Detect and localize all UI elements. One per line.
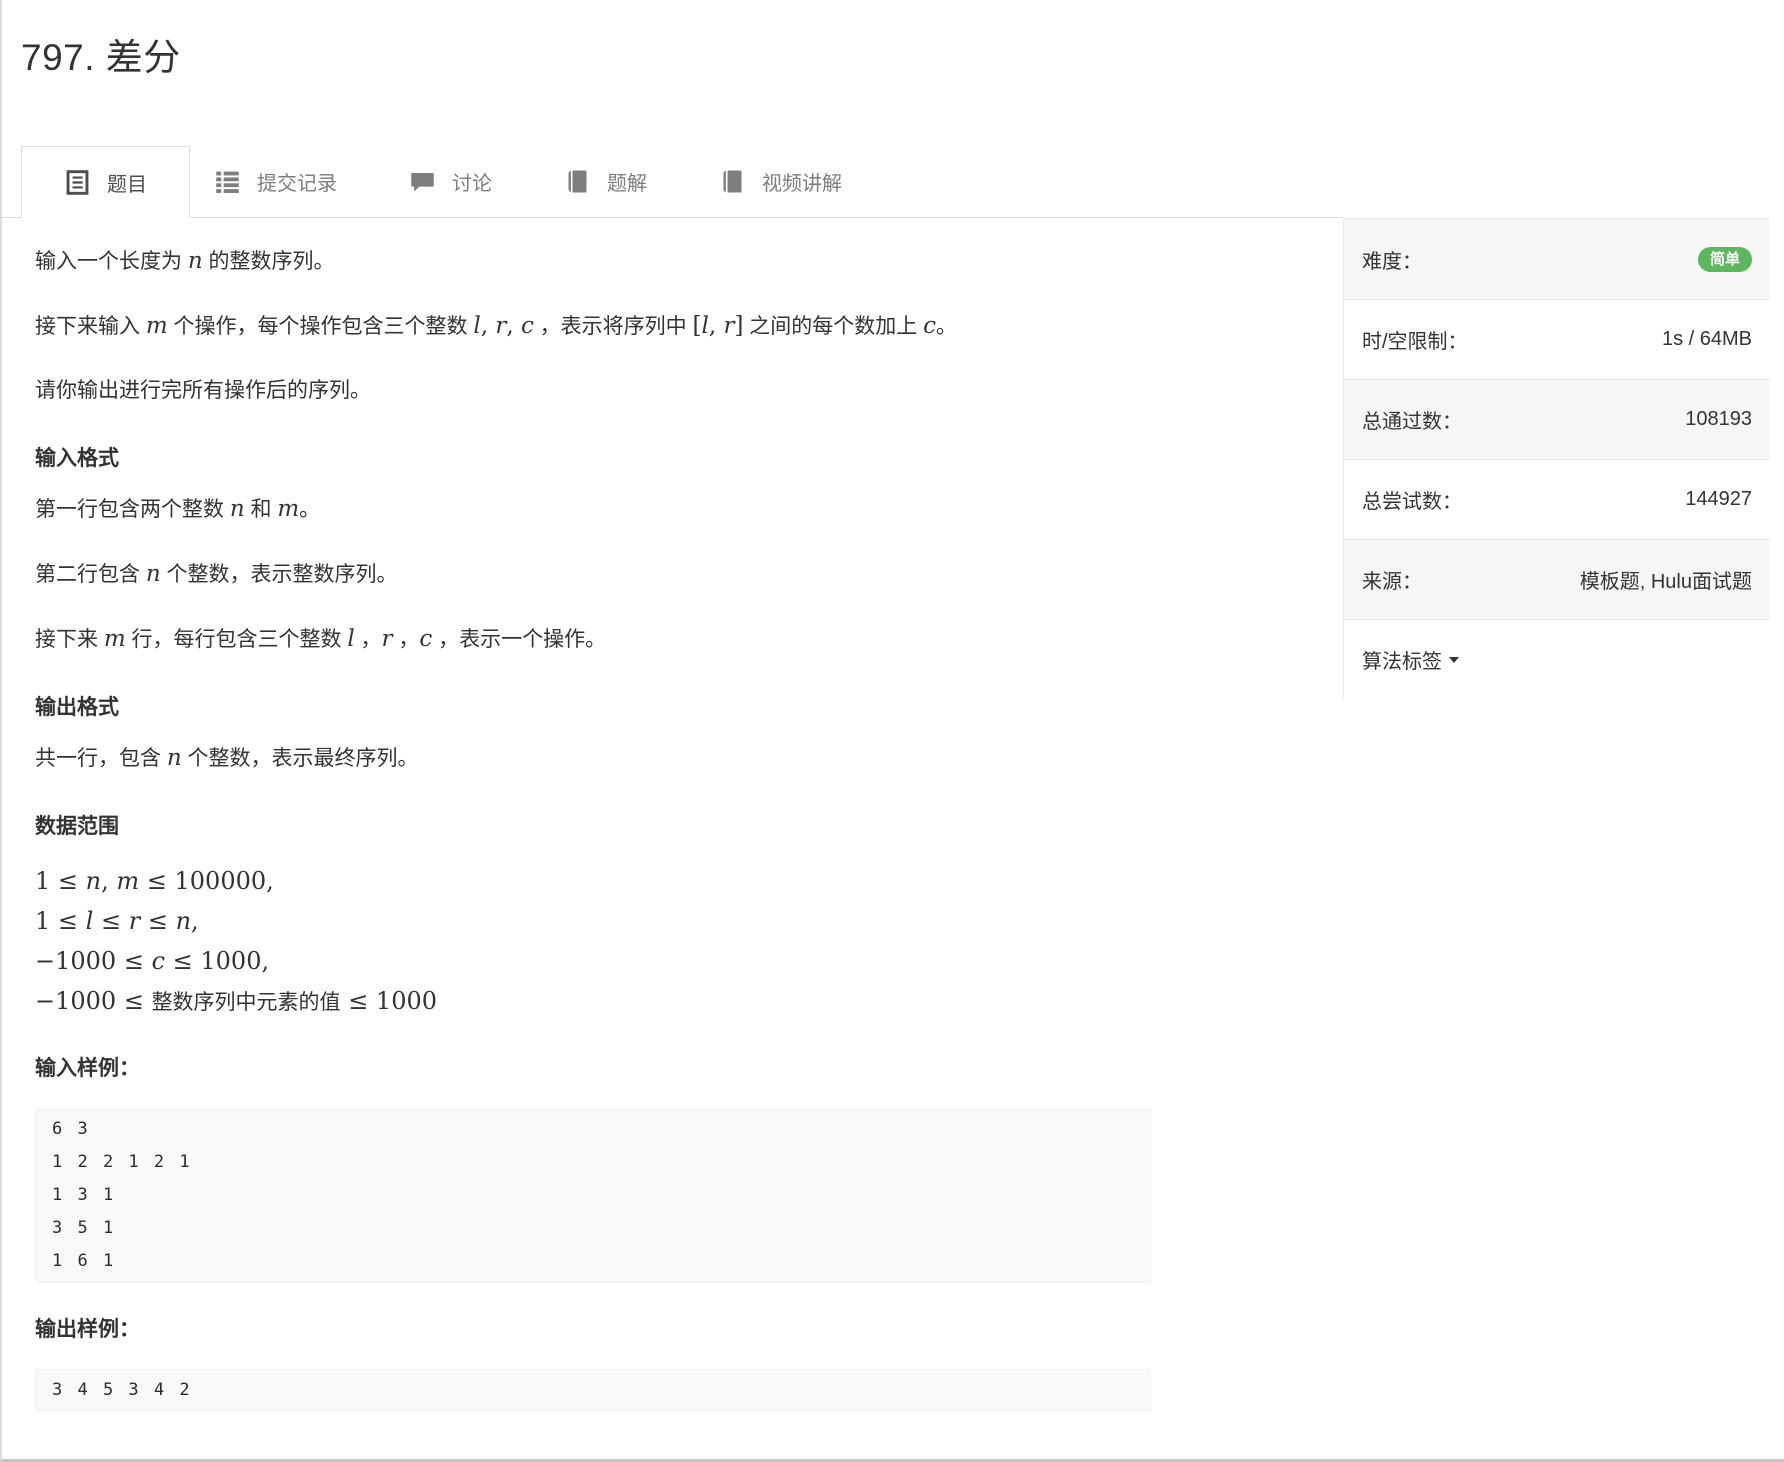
- discussion-bubble-icon: [409, 168, 436, 195]
- problem-content: 输入一个长度为 n 的整数序列。接下来输入 m 个操作，每个操作包含三个整数 l…: [35, 218, 1151, 1446]
- constraint-line: 1 ≤ n, m ≤ 100000,: [35, 862, 1151, 902]
- tab-label: 讨论: [452, 167, 492, 196]
- input-format-heading: 输入格式: [35, 446, 1151, 472]
- total-attempted-row: 总尝试数： 144927: [1344, 459, 1770, 539]
- sidebar-row-value: 模板题, Hulu面试题: [1580, 565, 1752, 594]
- sidebar-row-value: 144927: [1685, 488, 1752, 511]
- input-sample-code: 6 31 2 2 1 2 11 3 13 5 11 6 1: [35, 1108, 1151, 1283]
- sample-input-heading: 输入样例：: [35, 1056, 1151, 1082]
- tab-submissions[interactable]: 提交记录: [214, 146, 337, 217]
- submission-list-icon: [214, 168, 241, 195]
- time-space-limit-row: 时/空限制： 1s / 64MB: [1344, 299, 1770, 379]
- sidebar-row-value: 108193: [1685, 408, 1752, 431]
- constraint-line: −1000 ≤ c ≤ 1000,: [35, 942, 1151, 982]
- problem-page: 797. 差分 题目 提交记录 讨论 题解 视频讲解 输入一个长度为 n 的整数序列。接…: [0, 0, 1784, 1462]
- code-line: 3 5 1: [52, 1212, 1134, 1245]
- tab-label: 题解: [607, 167, 647, 196]
- problem-desc-line-1: 输入一个长度为 n 的整数序列。: [35, 246, 1151, 277]
- content-area: 输入一个长度为 n 的整数序列。接下来输入 m 个操作，每个操作包含三个整数 l…: [2, 218, 1784, 1446]
- code-line: 1 6 1: [52, 1245, 1134, 1278]
- tab-solution[interactable]: 题解: [564, 146, 647, 217]
- tab-problem[interactable]: 题目: [21, 146, 190, 218]
- source-row: 来源： 模板题, Hulu面试题: [1344, 539, 1770, 619]
- input-format-line-3: 接下来 m 行，每行包含三个整数 l ，r ，c ，表示一个操作。: [35, 624, 1151, 655]
- code-line: 6 3: [52, 1113, 1134, 1146]
- output-format-heading: 输出格式: [35, 695, 1151, 721]
- problem-desc-line-2: 接下来输入 m 个操作，每个操作包含三个整数 l, r, c ，表示将序列中 […: [35, 311, 1151, 342]
- input-format-line-2: 第二行包含 n 个整数，表示整数序列。: [35, 559, 1151, 590]
- sidebar-row-label: 来源：: [1362, 565, 1422, 594]
- page-title: 797. 差分: [21, 36, 1784, 80]
- sidebar-row-label: 算法标签: [1362, 645, 1442, 674]
- tab-label: 题目: [107, 168, 147, 197]
- data-range-heading: 数据范围: [35, 814, 1151, 840]
- problem-info-sidebar: 难度： 简单时/空限制： 1s / 64MB 总通过数： 108193 总尝试数： 1449…: [1343, 218, 1770, 699]
- problem-desc-line-3: 请你输出进行完所有操作后的序列。: [35, 376, 1151, 406]
- total-accepted-row: 总通过数： 108193: [1344, 379, 1770, 459]
- sidebar-row-label: 难度：: [1362, 245, 1422, 274]
- tab-label: 视频讲解: [762, 167, 842, 196]
- tab-label: 提交记录: [257, 167, 337, 196]
- code-line: 3 4 5 3 4 2: [52, 1374, 1134, 1407]
- caret-down-icon: [1449, 657, 1459, 663]
- problem-doc-icon: [64, 169, 91, 196]
- sidebar-row-label: 时/空限制：: [1362, 325, 1468, 354]
- sidebar-row-label: 总尝试数：: [1362, 485, 1462, 514]
- tab-video[interactable]: 视频讲解: [719, 146, 842, 217]
- sample-output-heading: 输出样例：: [35, 1317, 1151, 1343]
- difficulty-row: 难度： 简单: [1344, 219, 1770, 299]
- code-line: 1 2 2 1 2 1: [52, 1146, 1134, 1179]
- video-book-icon: [719, 168, 746, 195]
- constraint-line: 1 ≤ l ≤ r ≤ n,: [35, 902, 1151, 942]
- output-format-line-1: 共一行，包含 n 个整数，表示最终序列。: [35, 743, 1151, 774]
- code-line: 1 3 1: [52, 1179, 1134, 1212]
- input-format-line-1: 第一行包含两个整数 n 和 m。: [35, 494, 1151, 525]
- data-range-constraints: 1 ≤ n, m ≤ 100000,1 ≤ l ≤ r ≤ n,−1000 ≤ …: [35, 862, 1151, 1022]
- output-sample-code: 3 4 5 3 4 2: [35, 1369, 1151, 1412]
- difficulty-badge: 简单: [1698, 247, 1752, 272]
- algorithm-tags-row[interactable]: 算法标签: [1344, 619, 1770, 699]
- solution-book-icon: [564, 168, 591, 195]
- sidebar-row-value: 1s / 64MB: [1662, 328, 1752, 351]
- tab-bar: 题目 提交记录 讨论 题解 视频讲解: [2, 146, 1343, 218]
- constraint-line: −1000 ≤ 整数序列中元素的值 ≤ 1000: [35, 982, 1151, 1022]
- sidebar-row-label: 总通过数：: [1362, 405, 1462, 434]
- tab-discussion[interactable]: 讨论: [409, 146, 492, 217]
